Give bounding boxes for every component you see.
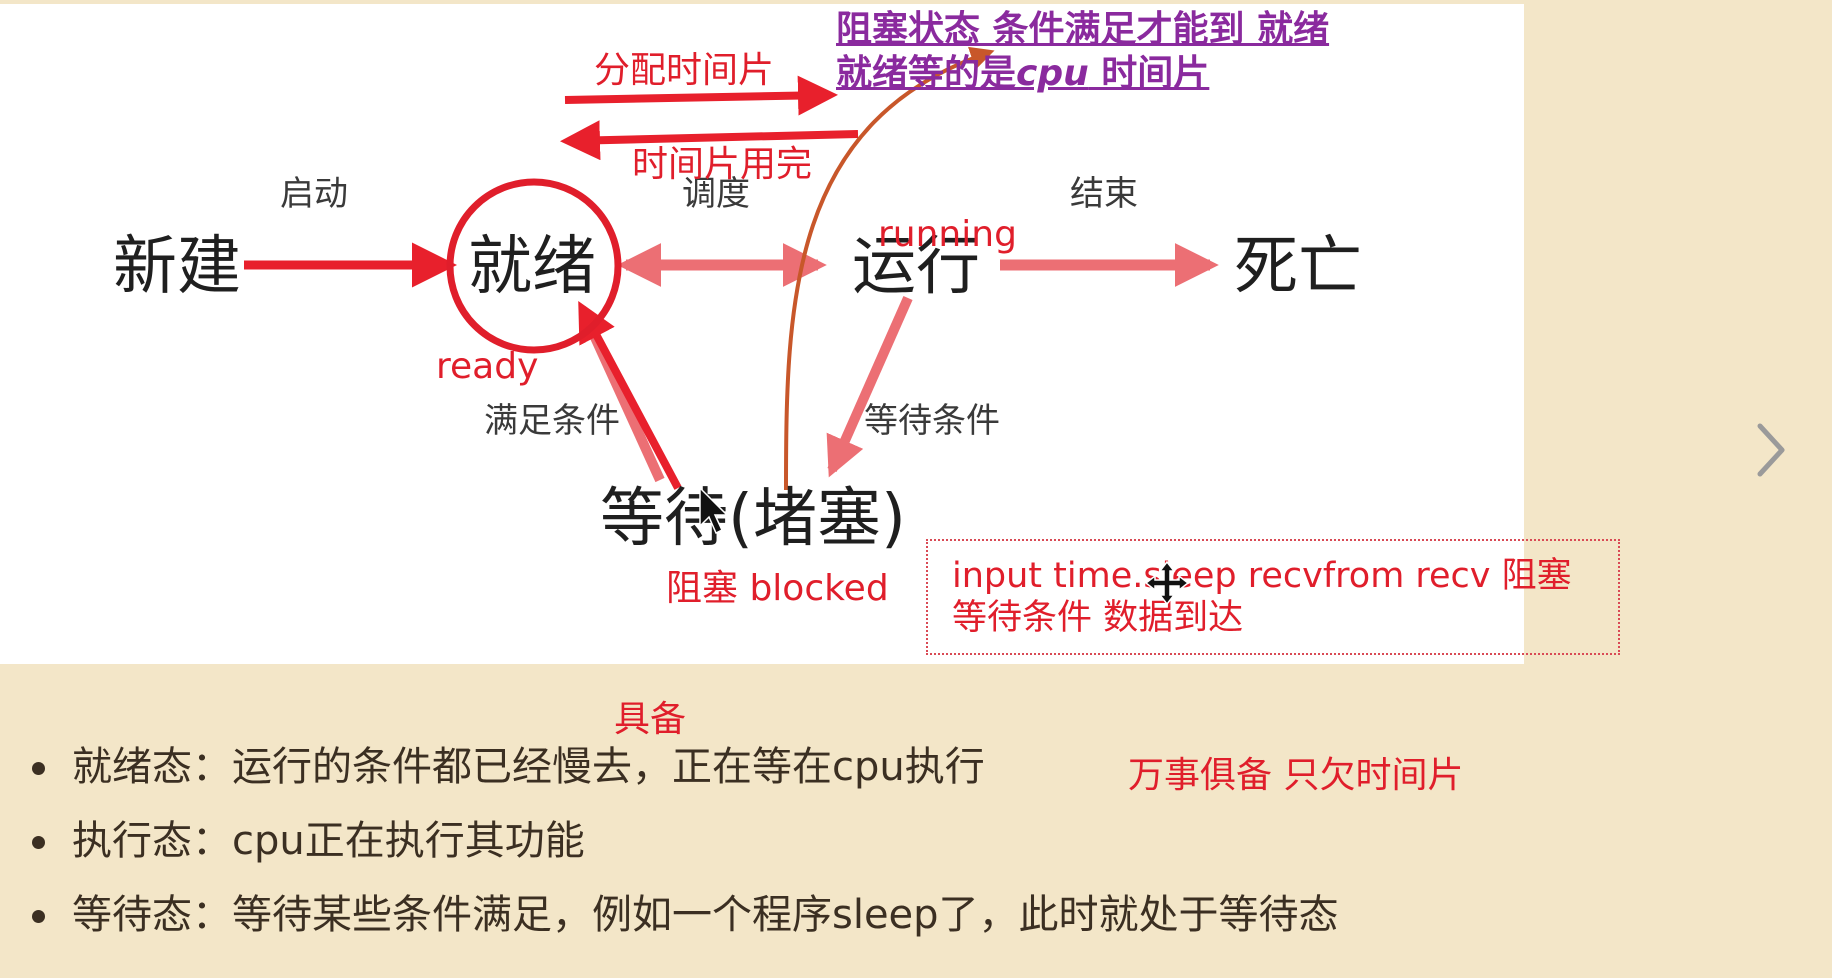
edge-label-end: 结束 <box>1070 174 1138 214</box>
arrow-running-to-waiting <box>826 295 913 478</box>
node-waiting: 等待(堵塞) <box>600 482 906 556</box>
bullet-waiting-state: 等待态：等待某些条件满足，例如一个程序sleep了，此时就处于等待态 <box>28 878 1339 952</box>
allocate-slice-arrow <box>564 75 838 116</box>
move-cursor-icon <box>1144 560 1190 606</box>
state-definitions-list: 就绪态：运行的条件都已经慢去，正在等在cpu执行 执行态：cpu正在执行其功能 … <box>28 730 1339 952</box>
node-ready: 就绪 <box>468 230 596 304</box>
blocked-label: 阻塞 blocked <box>666 568 889 609</box>
edge-label-condition-met: 满足条件 <box>484 401 620 441</box>
slice-used-up-arrow <box>560 120 859 161</box>
slice-used-up-label: 时间片用完 <box>632 144 812 185</box>
allocate-slice-label: 分配时间片 <box>594 50 774 91</box>
note-box-line2: 等待条件 数据到达 <box>952 598 1244 638</box>
blocked-note-line2-prefix: 就绪等的是 <box>836 53 1017 94</box>
blocked-to-ready-note: 阻塞状态 条件满足才能到 就绪 就绪等的是cpu 时间片 <box>836 8 1329 96</box>
edge-label-wait-condition: 等待条件 <box>864 401 1000 441</box>
blocked-note-line2: 就绪等的是cpu 时间片 <box>836 52 1329 96</box>
arrow-waiting-to-ready-highlight <box>578 300 682 490</box>
bullet-running-state: 执行态：cpu正在执行其功能 <box>28 804 1339 878</box>
blocking-calls-note-box: input time.sleep recvfrom recv 阻塞 等待条件 数… <box>926 539 1620 655</box>
note-box-line1: input time.sleep recvfrom recv 阻塞 <box>952 556 1572 596</box>
blocked-note-line2-suffix: 时间片 <box>1088 53 1210 94</box>
node-new: 新建 <box>113 230 241 304</box>
blocked-note-line1: 阻塞状态 条件满足才能到 就绪 <box>836 9 1330 50</box>
node-dead: 死亡 <box>1234 230 1362 304</box>
edge-label-start: 启动 <box>280 174 348 214</box>
running-label: running <box>878 214 1017 255</box>
bullet-ready-state: 就绪态：运行的条件都已经慢去，正在等在cpu执行 <box>28 730 1339 804</box>
ready-label: ready <box>436 346 538 387</box>
chevron-right-icon[interactable] <box>1750 420 1790 480</box>
blocked-note-line2-cpu: cpu <box>1016 53 1089 94</box>
